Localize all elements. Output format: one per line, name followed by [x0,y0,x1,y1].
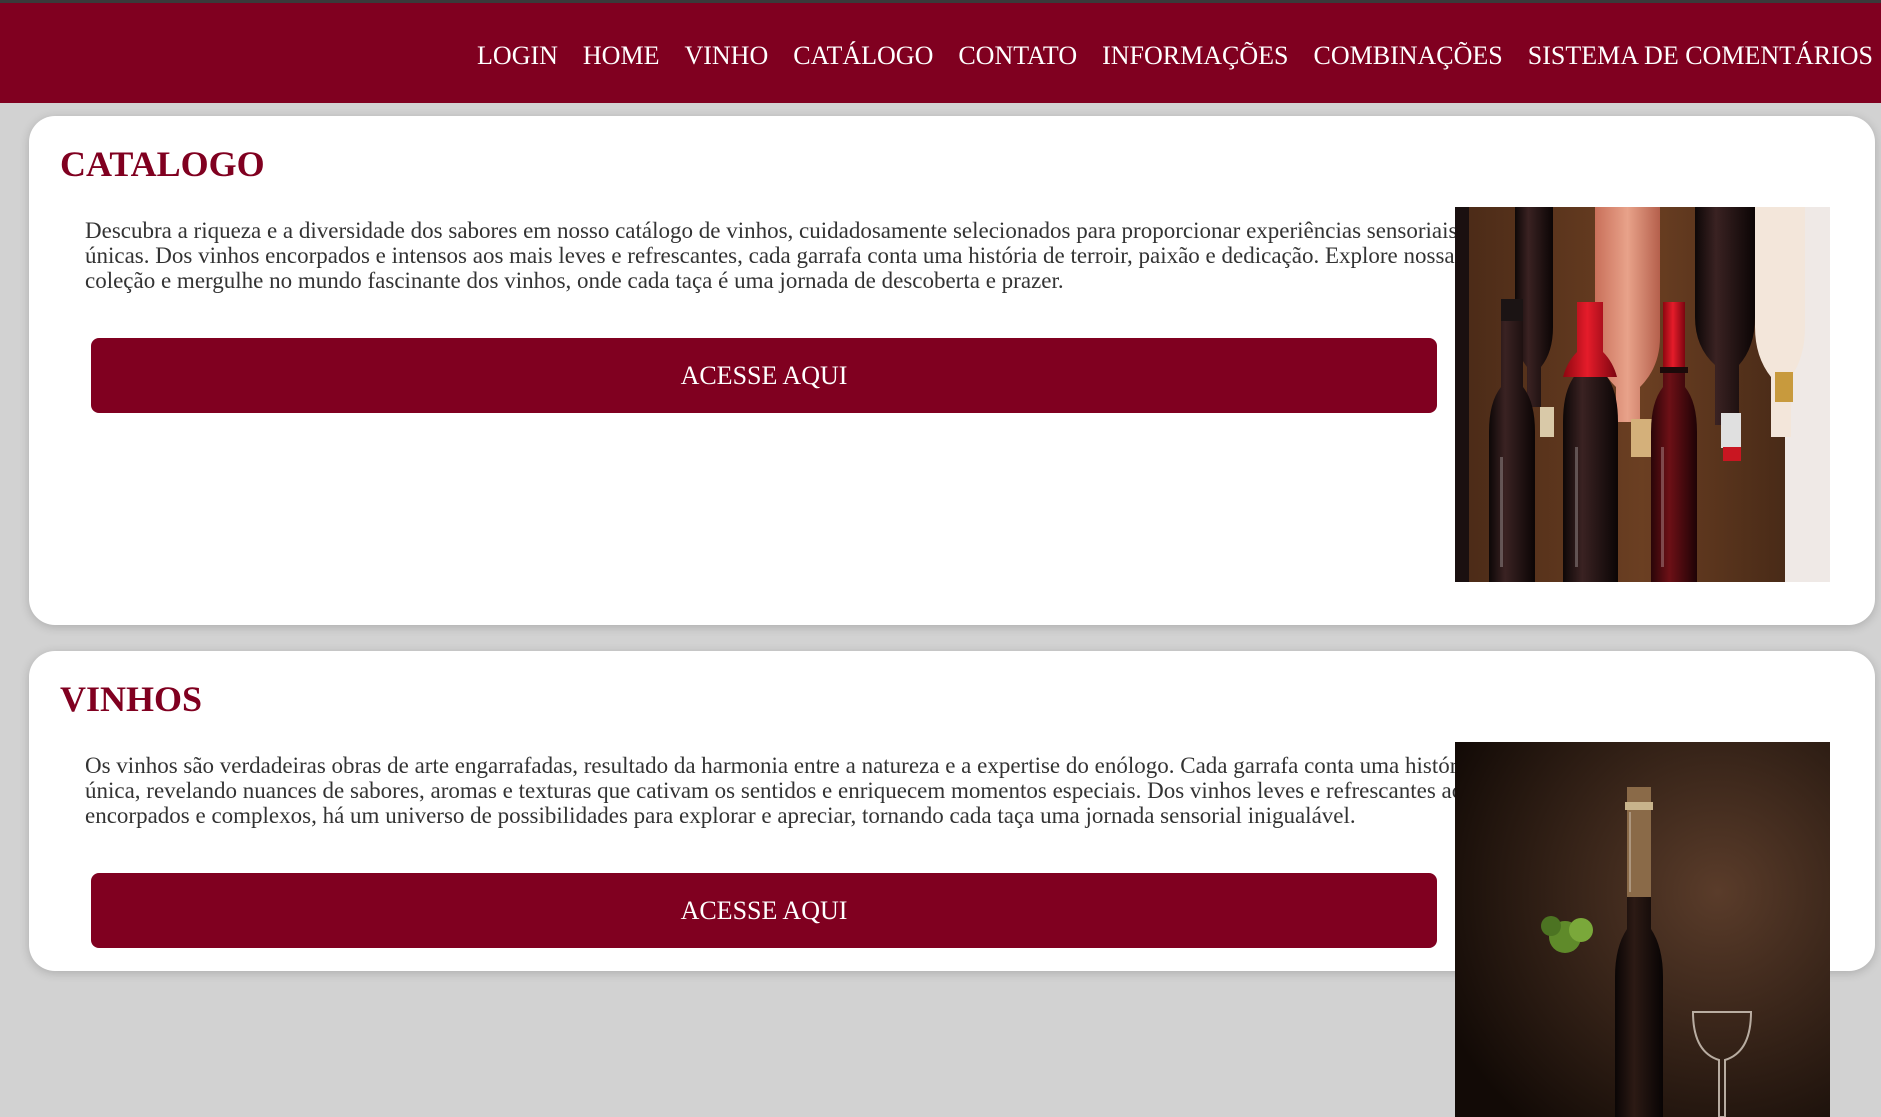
nav-item-comentarios: SISTEMA DE COMENTÁRIOS [1528,40,1873,72]
nav-link-catalogo[interactable]: CATÁLOGO [793,41,933,70]
catalog-card: CATALOGO Descubra a riqueza e a diversid… [29,116,1875,625]
nav-item-combinacoes: COMBINAÇÕES [1314,40,1503,72]
nav-link-informacoes[interactable]: INFORMAÇÕES [1102,41,1288,70]
catalog-title: CATALOGO [60,144,265,184]
wines-access-button[interactable]: ACESSE AQUI [91,873,1437,948]
nav-item-catalogo: CATÁLOGO [793,40,933,72]
nav-link-combinacoes[interactable]: COMBINAÇÕES [1314,41,1503,70]
nav-menu: LOGIN HOME VINHO CATÁLOGO CONTATO INFORM… [477,40,1873,72]
nav-link-login[interactable]: LOGIN [477,41,558,70]
wines-card: VINHOS Os vinhos são verdadeiras obras d… [29,651,1875,1117]
nav-item-informacoes: INFORMAÇÕES [1102,40,1288,72]
catalog-access-button[interactable]: ACESSE AQUI [91,338,1437,413]
nav-link-vinho[interactable]: VINHO [684,41,768,70]
catalog-description: Descubra a riqueza e a diversidade dos s… [85,218,1458,293]
nav-link-comentarios[interactable]: SISTEMA DE COMENTÁRIOS [1528,41,1873,70]
nav-link-contato[interactable]: CONTATO [958,41,1077,70]
wine-bottle-glass-image [1455,742,1830,1117]
nav-item-contato: CONTATO [958,40,1077,72]
nav-item-login: LOGIN [477,40,558,72]
wines-title: VINHOS [60,679,203,719]
navbar: LOGIN HOME VINHO CATÁLOGO CONTATO INFORM… [0,3,1881,103]
wines-description: Os vinhos são verdadeiras obras de arte … [85,753,1474,828]
nav-item-vinho: VINHO [684,40,768,72]
nav-link-home[interactable]: HOME [583,41,660,70]
nav-item-home: HOME [583,40,660,72]
wine-bottles-image [1455,207,1830,582]
